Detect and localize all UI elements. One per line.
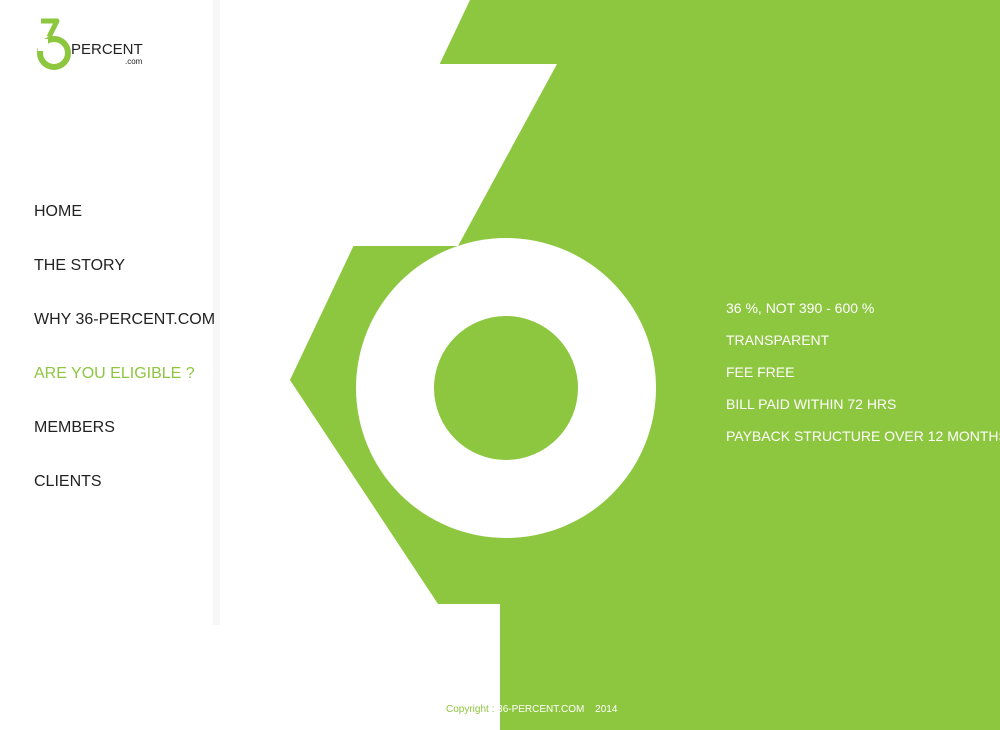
nav-item-why[interactable]: WHY 36-PERCENT.COM (34, 310, 215, 364)
nav-item-members[interactable]: MEMBERS (34, 418, 215, 472)
feature-transparent: TRANSPARENT (726, 332, 830, 348)
six-counter (434, 316, 578, 460)
feature-fee-free: FEE FREE (726, 364, 795, 380)
nav-item-the-story[interactable]: THE STORY (34, 256, 215, 310)
feature-list: 36 %, NOT 390 - 600 % TRANSPARENT FEE FR… (726, 300, 1000, 460)
brand-domain: .com (125, 57, 143, 66)
nav-item-eligible[interactable]: ARE YOU ELIGIBLE ? (34, 364, 215, 418)
main-nav: HOME THE STORY WHY 36-PERCENT.COM ARE YO… (34, 202, 215, 526)
nav-item-clients[interactable]: CLIENTS (34, 472, 215, 526)
feature-rate: 36 %, NOT 390 - 600 % (726, 300, 875, 316)
brand-logo[interactable]: PERCENT .com (33, 17, 155, 77)
feature-payback: PAYBACK STRUCTURE OVER 12 MONTHS (726, 428, 1000, 444)
brand-name: PERCENT (71, 41, 143, 58)
copyright-label: Copyright : (446, 704, 495, 715)
copyright-owner[interactable]: 36-PERCENT.COM (497, 704, 584, 715)
copyright-year: 2014 (595, 704, 618, 715)
nav-item-home[interactable]: HOME (34, 202, 215, 256)
landing-page: PERCENT .com HOME THE STORY WHY 36-PERCE… (0, 0, 1000, 730)
copyright-footer: Copyright : 36-PERCENT.COM 2014 (446, 704, 617, 715)
logo-3-mark-icon (37, 18, 71, 70)
feature-bill-paid: BILL PAID WITHIN 72 HRS (726, 396, 897, 412)
